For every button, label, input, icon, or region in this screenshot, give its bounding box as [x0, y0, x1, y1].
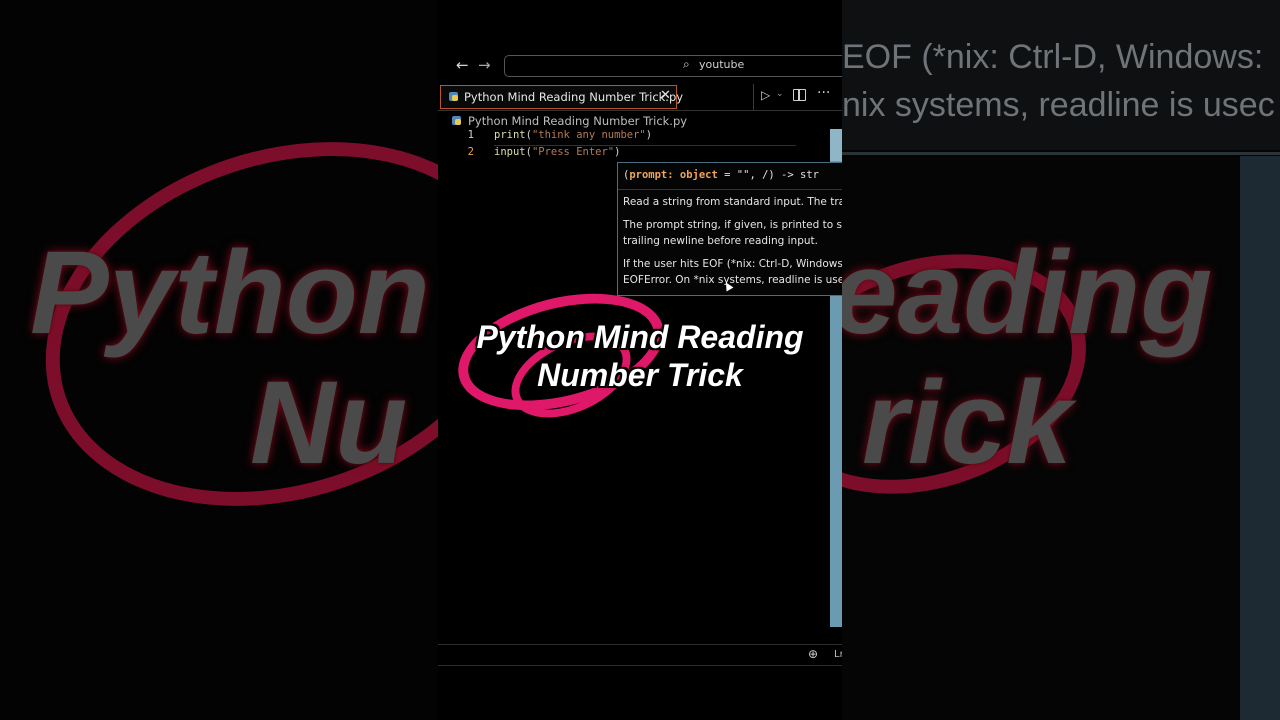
search-text: youtube: [699, 58, 745, 71]
caption-line2: Number Trick: [537, 357, 743, 393]
code-text: print("think any number"): [494, 129, 652, 141]
code-function: input: [494, 146, 526, 158]
hover-doc-line: If the user hits EOF (*nix: Ctrl-D, Wind…: [623, 258, 842, 270]
code-function: print: [494, 129, 526, 141]
line-number: 1: [467, 129, 474, 141]
status-line-col[interactable]: Lr: [834, 649, 842, 660]
background-word-python: Python: [30, 227, 430, 359]
code-text: input("Press Enter"): [494, 146, 620, 158]
video-caption: Python Mind Reading Number Trick: [438, 318, 842, 394]
breadcrumb-label: Python Mind Reading Number Trick.py: [468, 114, 688, 128]
forward-arrow-icon[interactable]: →: [478, 56, 491, 74]
tab-bar: Python Mind Reading Number Trick.py ✕ ▷ …: [438, 84, 842, 111]
editor-window: ← → ⌕ youtube Python Mind Reading Number…: [438, 0, 842, 720]
sig-rest: = "", /) -> str: [717, 169, 819, 181]
hover-doc-line: trailing newline before reading input.: [623, 235, 818, 247]
close-icon[interactable]: ✕: [660, 88, 671, 103]
tab-label: Python Mind Reading Number Trick.py: [464, 90, 684, 104]
background-word-rick: rick: [862, 357, 1072, 489]
background-divider: [842, 152, 1280, 155]
toolbar-separator: [753, 84, 754, 110]
zoom-icon[interactable]: ⊕: [808, 647, 818, 661]
search-icon: ⌕: [683, 57, 690, 71]
chevron-down-icon[interactable]: ⌄: [776, 89, 784, 99]
background-word-nu: Nu: [250, 357, 408, 489]
title-bar: ← → ⌕ youtube: [438, 52, 842, 80]
python-file-icon: [452, 116, 461, 125]
code-string: "think any number": [531, 129, 646, 141]
back-arrow-icon[interactable]: ←: [456, 56, 469, 74]
hover-doc-line: Read a string from standard input. The t…: [623, 196, 842, 208]
python-file-icon: [449, 92, 458, 101]
hover-doc-paragraph: If the user hits EOF (*nix: Ctrl-D, Wind…: [623, 256, 842, 288]
background-scrollbar: [1240, 156, 1280, 720]
more-actions-icon[interactable]: ···: [817, 85, 830, 101]
split-editor-icon[interactable]: [793, 89, 806, 101]
code-line-2: 2 input("Press Enter"): [438, 146, 830, 163]
run-icon[interactable]: ▷: [761, 88, 770, 102]
code-string: "Press Enter": [531, 146, 615, 158]
background-doc-line1: EOF (*nix: Ctrl-D, Windows:: [842, 38, 1264, 76]
code-line-1: 1 print("think any number"): [438, 129, 830, 146]
sig-param: prompt: object: [629, 169, 718, 181]
hover-tooltip: (prompt: object = "", /) -> str Read a s…: [617, 162, 842, 296]
status-bar: ⊕ Lr: [438, 644, 842, 666]
background-word-eading: eading: [842, 227, 1213, 359]
hover-doc-line: The prompt string, if given, is printed …: [623, 219, 842, 231]
background-doc-line2: nix systems, readline is usec: [842, 86, 1275, 124]
command-center-search[interactable]: [504, 55, 842, 77]
caption-line1: Python Mind Reading: [476, 319, 804, 355]
hover-divider: [618, 189, 842, 190]
hover-doc-line: EOFError. On *nix systems, readline is u…: [623, 274, 842, 286]
background-right: EOF (*nix: Ctrl-D, Windows: nix systems,…: [842, 0, 1280, 720]
code-paren-close: ): [614, 146, 621, 158]
hover-doc-paragraph: The prompt string, if given, is printed …: [623, 217, 842, 249]
minimap-slider[interactable]: [830, 129, 842, 161]
code-paren-close: ): [645, 129, 653, 141]
tab-python-file[interactable]: Python Mind Reading Number Trick.py ✕: [440, 85, 683, 109]
hover-signature: (prompt: object = "", /) -> str: [623, 169, 819, 181]
line-number: 2: [467, 146, 474, 158]
background-left: Python Nu: [0, 0, 438, 720]
